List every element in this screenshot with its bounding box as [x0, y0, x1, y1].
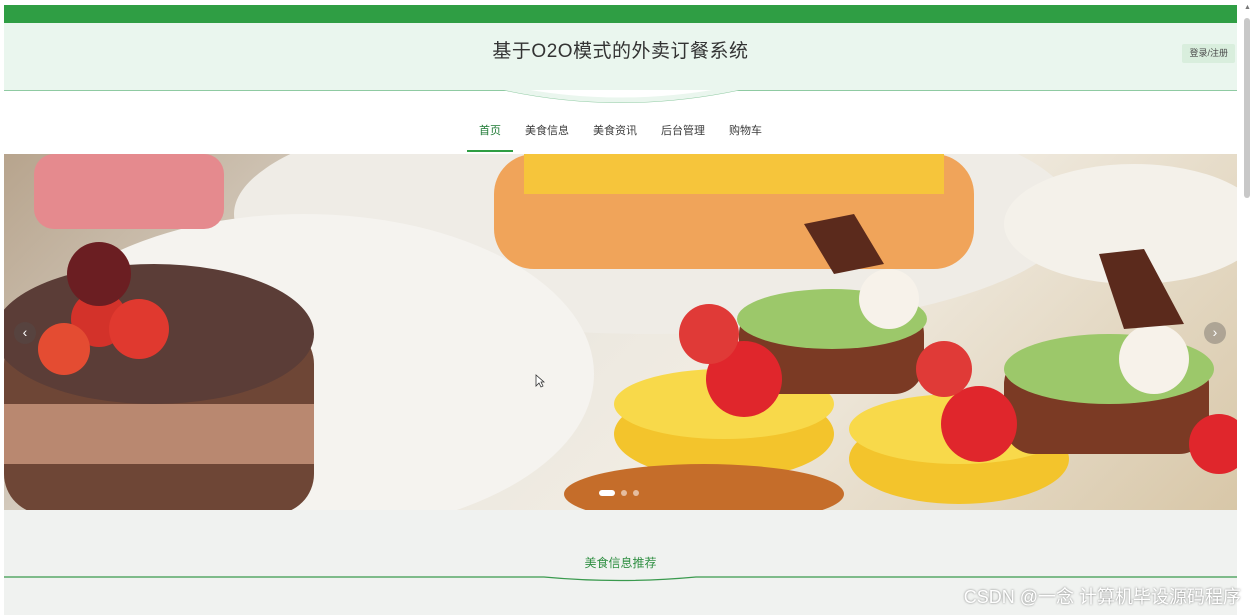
- mouse-cursor-icon: [535, 374, 545, 388]
- top-accent-bar: [4, 5, 1237, 23]
- carousel-indicators: [599, 490, 639, 496]
- banner-image: [4, 154, 1237, 510]
- page: 基于O2O模式的外卖订餐系统 登录/注册 首页 美食信息 美食资讯 后台管理 购…: [4, 0, 1237, 615]
- nav-item-home[interactable]: 首页: [467, 112, 513, 152]
- scroll-thumb[interactable]: [1244, 18, 1250, 198]
- carousel-dot[interactable]: [599, 490, 615, 496]
- login-register-button[interactable]: 登录/注册: [1182, 44, 1235, 63]
- hero-carousel[interactable]: ‹ ›: [4, 154, 1237, 510]
- scroll-up-icon[interactable]: ▲: [1244, 4, 1251, 11]
- nav-item-cart[interactable]: 购物车: [717, 112, 774, 152]
- site-title: 基于O2O模式的外卖订餐系统: [492, 41, 749, 62]
- carousel-prev-icon[interactable]: ‹: [14, 322, 36, 344]
- watermark: CSDN @一念 计算机毕设源码程序: [963, 587, 1241, 607]
- carousel-dot[interactable]: [633, 490, 639, 496]
- nav-item-food-news[interactable]: 美食资讯: [581, 112, 649, 152]
- header-curve: [4, 85, 1237, 103]
- page-scrollbar[interactable]: ▲: [1240, 0, 1255, 615]
- carousel-next-icon[interactable]: ›: [1204, 322, 1226, 344]
- nav-item-food-info[interactable]: 美食信息: [513, 112, 581, 152]
- main-nav: 首页 美食信息 美食资讯 后台管理 购物车: [4, 112, 1237, 154]
- section-title: 美食信息推荐: [584, 556, 657, 570]
- carousel-dot[interactable]: [621, 490, 627, 496]
- nav-item-admin[interactable]: 后台管理: [649, 112, 717, 152]
